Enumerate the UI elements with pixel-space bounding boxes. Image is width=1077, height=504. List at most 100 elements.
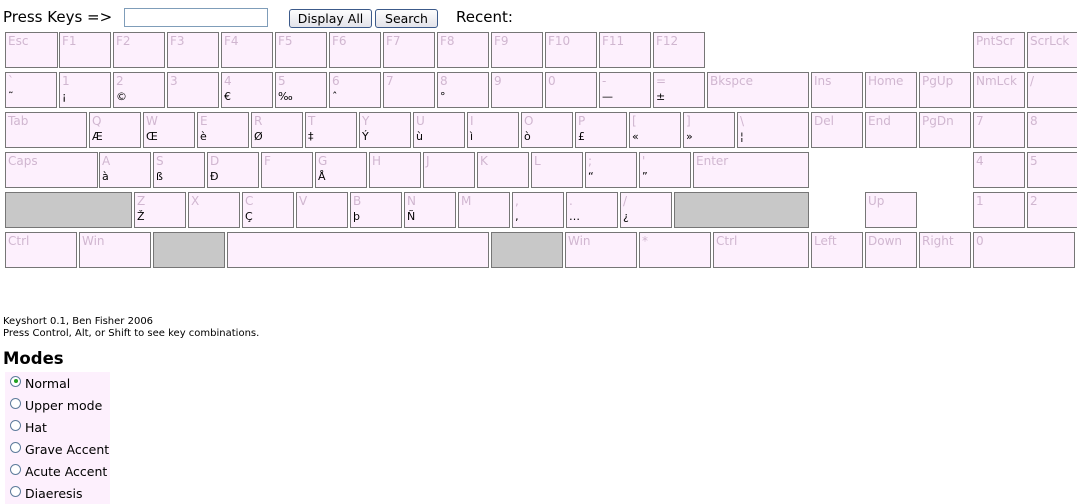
key-tab[interactable]: Tab — [5, 112, 87, 148]
key-o[interactable]: Oò — [521, 112, 573, 148]
key-blank[interactable] — [153, 232, 225, 268]
key-s[interactable]: Sß — [153, 152, 205, 188]
key-nmlck[interactable]: NmLck — [973, 72, 1025, 108]
key-0[interactable]: 0 — [545, 72, 597, 108]
key-f3[interactable]: F3 — [167, 32, 219, 68]
key-enter[interactable]: Enter — [693, 152, 809, 188]
key-v[interactable]: V — [296, 192, 348, 228]
key-ctrl[interactable]: Ctrl — [713, 232, 809, 268]
key-home[interactable]: Home — [865, 72, 917, 108]
key-left[interactable]: Left — [811, 232, 863, 268]
key-symbol[interactable]: * — [639, 232, 711, 268]
key-2[interactable]: 2 © — [113, 72, 165, 108]
radio-button[interactable] — [10, 397, 21, 409]
key-b[interactable]: Bþ — [350, 192, 402, 228]
key-x[interactable]: X — [188, 192, 240, 228]
key-pgup[interactable]: PgUp — [919, 72, 971, 108]
key-e[interactable]: Eè — [197, 112, 249, 148]
key-bkspce[interactable]: Bkspce — [707, 72, 809, 108]
key-f5[interactable]: F5 — [275, 32, 327, 68]
key-win[interactable]: Win — [565, 232, 637, 268]
key-p[interactable]: P £ — [575, 112, 627, 148]
key-symbol[interactable]: ; “ — [585, 152, 637, 188]
key-symbol[interactable]: .… — [566, 192, 618, 228]
key-7[interactable]: 7 — [383, 72, 435, 108]
key-blank[interactable] — [491, 232, 563, 268]
key-f1[interactable]: F1 — [59, 32, 111, 68]
key-0[interactable]: 0 — [973, 232, 1075, 268]
key-g[interactable]: GÅ — [315, 152, 367, 188]
key-symbol[interactable]: / ¿ — [620, 192, 672, 228]
key-f7[interactable]: F7 — [383, 32, 435, 68]
key-pgdn[interactable]: PgDn — [919, 112, 971, 148]
key-2[interactable]: 2 — [1027, 192, 1077, 228]
key-f8[interactable]: F8 — [437, 32, 489, 68]
key-z[interactable]: ZŽ — [134, 192, 186, 228]
key-a[interactable]: Aà — [99, 152, 151, 188]
key-symbol[interactable]: - — — [599, 72, 651, 108]
key-8[interactable]: 8 — [1027, 112, 1077, 148]
key-ins[interactable]: Ins — [811, 72, 863, 108]
radio-button[interactable] — [10, 463, 21, 475]
key-h[interactable]: H — [369, 152, 421, 188]
key-ctrl[interactable]: Ctrl — [5, 232, 77, 268]
key-up[interactable]: Up — [865, 192, 917, 228]
key-6[interactable]: 6ˆ — [329, 72, 381, 108]
mode-option[interactable]: Diaeresis — [5, 482, 110, 504]
key-symbol[interactable]: ` ˜ — [5, 72, 57, 108]
key-w[interactable]: WŒ — [143, 112, 195, 148]
key-symbol[interactable]: \ ¦ — [737, 112, 809, 148]
key-symbol[interactable]: '” — [639, 152, 691, 188]
mode-option[interactable]: Normal — [5, 372, 110, 394]
key-m[interactable]: M — [458, 192, 510, 228]
key-f4[interactable]: F4 — [221, 32, 273, 68]
key-1[interactable]: 1 ¡ — [59, 72, 111, 108]
key-blank[interactable] — [5, 192, 132, 228]
key-r[interactable]: RØ — [251, 112, 303, 148]
key-5[interactable]: 5 — [1027, 152, 1077, 188]
key-symbol[interactable]: [« — [629, 112, 681, 148]
key-c[interactable]: CÇ — [242, 192, 294, 228]
key-u[interactable]: Uù — [413, 112, 465, 148]
key-down[interactable]: Down — [865, 232, 917, 268]
key-3[interactable]: 3 — [167, 72, 219, 108]
key-f9[interactable]: F9 — [491, 32, 543, 68]
key-caps[interactable]: Caps — [5, 152, 98, 188]
key-f10[interactable]: F10 — [545, 32, 597, 68]
key-symbol[interactable]: / — [1027, 72, 1077, 108]
key-5[interactable]: 5 ‰ — [275, 72, 327, 108]
key-end[interactable]: End — [865, 112, 917, 148]
key-9[interactable]: 9 — [491, 72, 543, 108]
key-scrlck[interactable]: ScrLck — [1027, 32, 1077, 68]
radio-button[interactable] — [10, 419, 21, 431]
key-1[interactable]: 1 — [973, 192, 1025, 228]
key-blank[interactable] — [227, 232, 489, 268]
key-esc[interactable]: Esc — [5, 32, 58, 68]
key-8[interactable]: 8 ° — [437, 72, 489, 108]
key-y[interactable]: YÝ — [359, 112, 411, 148]
radio-button[interactable] — [10, 441, 21, 453]
key-4[interactable]: 4 € — [221, 72, 273, 108]
key-l[interactable]: L — [531, 152, 583, 188]
key-q[interactable]: QÆ — [89, 112, 141, 148]
key-f[interactable]: F — [261, 152, 313, 188]
key-f11[interactable]: F11 — [599, 32, 651, 68]
key-d[interactable]: DÐ — [207, 152, 259, 188]
key-k[interactable]: K — [477, 152, 529, 188]
mode-option[interactable]: Grave Accent — [5, 438, 110, 460]
key-f12[interactable]: F12 — [653, 32, 705, 68]
mode-option[interactable]: Hat — [5, 416, 110, 438]
key-symbol[interactable]: , ‚ — [512, 192, 564, 228]
key-win[interactable]: Win — [79, 232, 151, 268]
mode-option[interactable]: Acute Accent — [5, 460, 110, 482]
key-symbol[interactable]: ]» — [683, 112, 735, 148]
key-symbol[interactable]: = ± — [653, 72, 705, 108]
key-blank[interactable] — [674, 192, 809, 228]
key-right[interactable]: Right — [919, 232, 971, 268]
radio-button[interactable] — [10, 375, 21, 387]
key-pntscr[interactable]: PntScr — [973, 32, 1025, 68]
mode-option[interactable]: Upper mode — [5, 394, 110, 416]
radio-button[interactable] — [10, 485, 21, 497]
key-4[interactable]: 4 — [973, 152, 1025, 188]
key-t[interactable]: T ‡ — [305, 112, 357, 148]
